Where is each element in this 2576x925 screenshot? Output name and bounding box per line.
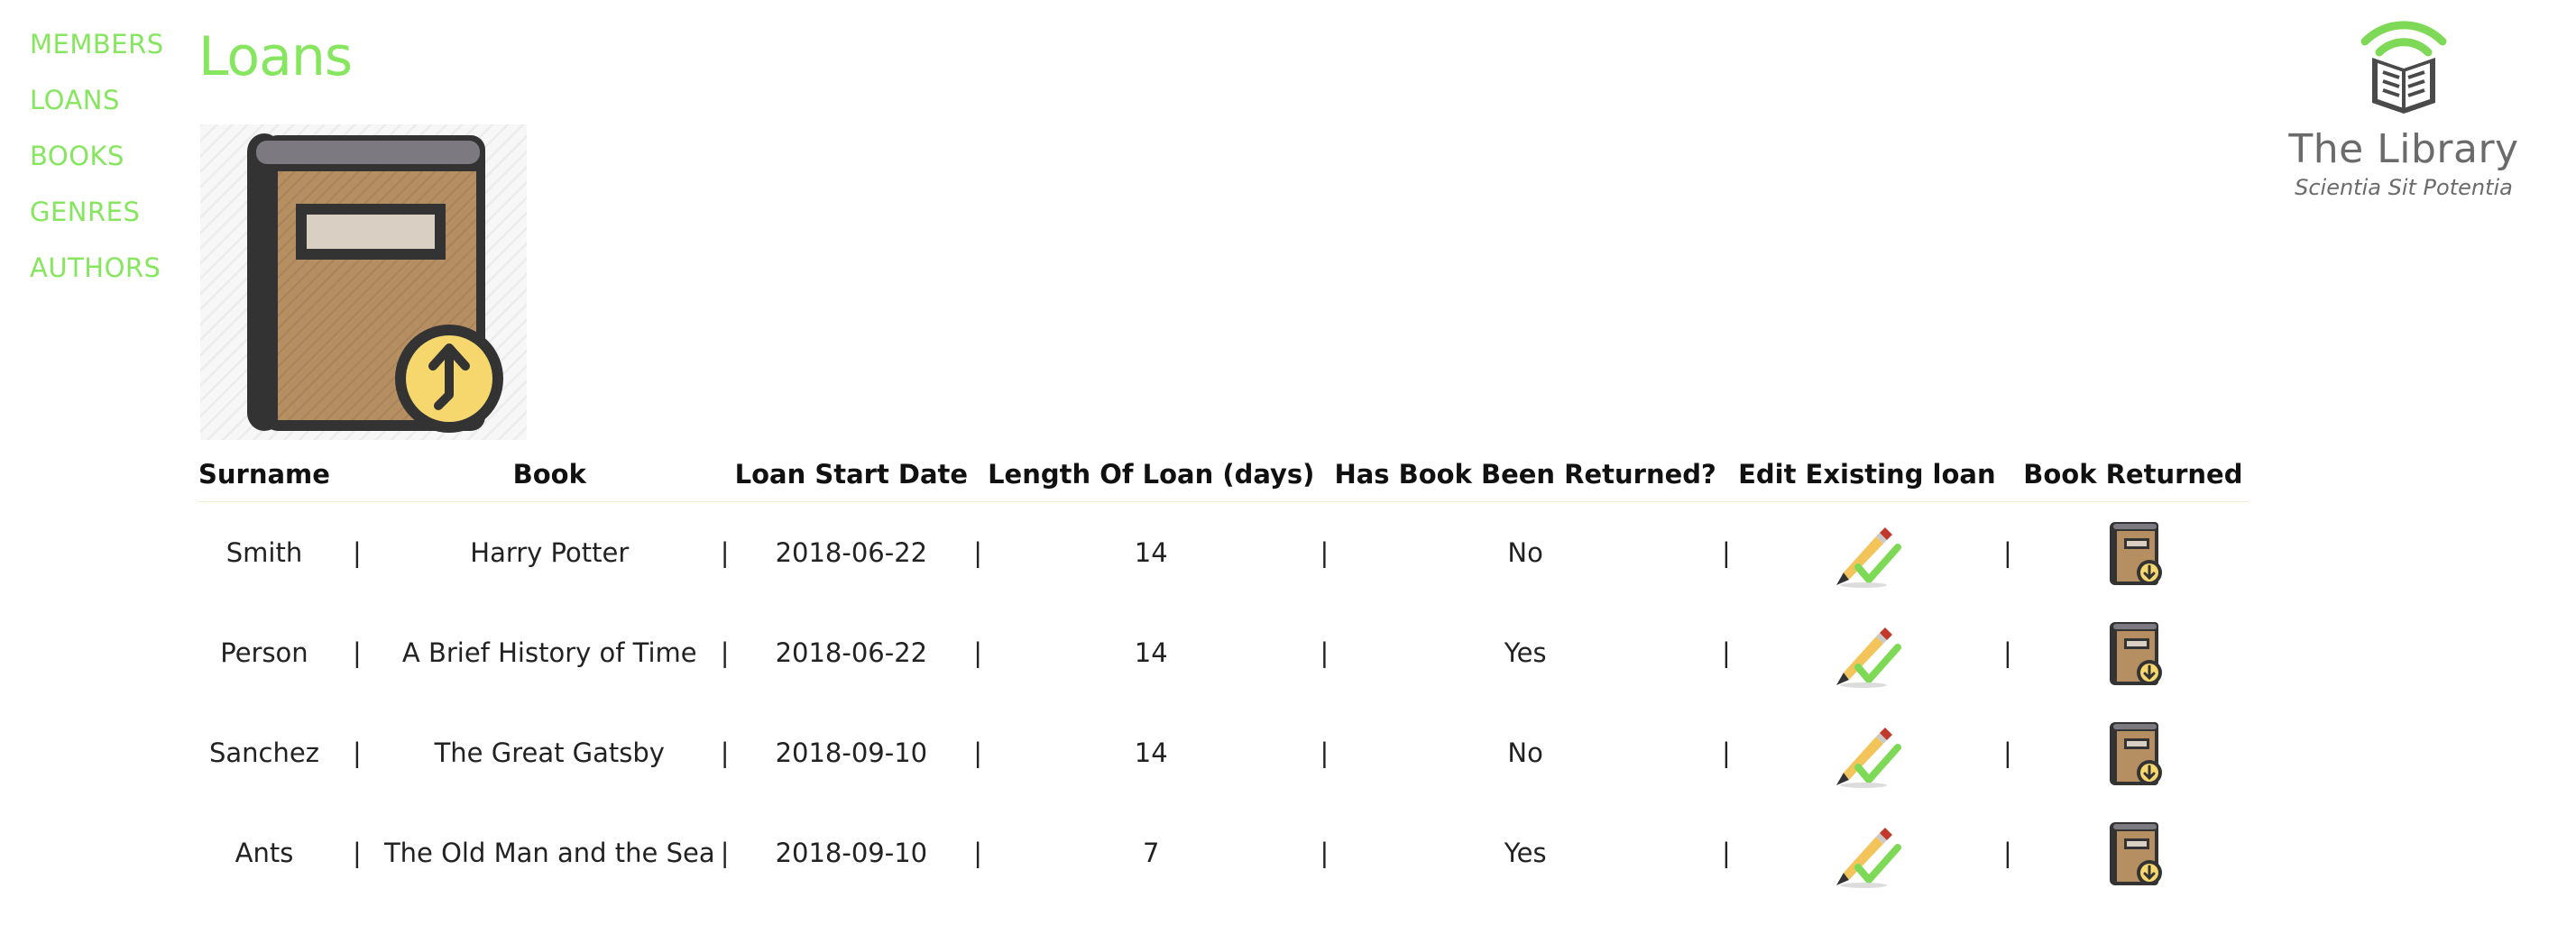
cell-separator: | — [973, 637, 982, 668]
sidebar-item-loans[interactable]: LOANS — [30, 83, 192, 139]
logo-subtitle: Scientia Sit Potentia — [2295, 175, 2513, 200]
book-return-icon[interactable] — [2097, 517, 2169, 589]
cell-separator: | — [2002, 737, 2012, 768]
table-row: Ants | The Old Man and the Sea | 2018-09… — [198, 802, 2249, 902]
header-separator — [1997, 447, 2018, 502]
cell-loan-start-date: 2018-09-10 — [775, 837, 928, 868]
cell-book: The Old Man and the Sea — [383, 837, 715, 868]
sidebar-item-genres[interactable]: GENRES — [30, 195, 192, 251]
cell-length-of-loan: 14 — [1134, 737, 1168, 768]
table-row: Smith | Harry Potter | 2018-06-22 | 14 |… — [198, 502, 2249, 603]
cell-separator: | — [1320, 637, 1329, 668]
header-has-been-returned: Has Book Been Returned? — [1334, 447, 1716, 502]
header-separator — [1716, 447, 1736, 502]
header-separator — [714, 447, 735, 502]
page-title: Loans — [198, 25, 353, 88]
cell-separator: | — [973, 536, 982, 568]
book-return-icon[interactable] — [2097, 717, 2169, 789]
cell-loan-start-date: 2018-06-22 — [775, 536, 928, 568]
cell-length-of-loan: 14 — [1134, 536, 1168, 568]
sidebar-item-books[interactable]: BOOKS — [30, 139, 192, 195]
cell-separator: | — [2002, 837, 2012, 868]
page: MEMBERS LOANS BOOKS GENRES AUTHORS Loans — [0, 0, 2576, 925]
cell-book-returned — [2018, 802, 2249, 902]
cell-book-returned — [2018, 502, 2249, 603]
cell-loan-start-date: 2018-06-22 — [775, 637, 928, 668]
cell-book-returned — [2018, 702, 2249, 802]
header-length-of-loan: Length Of Loan (days) — [988, 447, 1315, 502]
cell-edit-existing-loan — [1736, 702, 1998, 802]
cell-has-been-returned: Yes — [1504, 637, 1547, 668]
cell-surname: Person — [220, 637, 308, 668]
pencil-check-icon[interactable] — [1831, 817, 1903, 889]
cell-separator: | — [1721, 837, 1731, 868]
header-separator — [329, 447, 384, 502]
cell-separator: | — [1320, 536, 1329, 568]
cell-separator: | — [1721, 536, 1731, 568]
table-row: Sanchez | The Great Gatsby | 2018-09-10 … — [198, 702, 2249, 802]
cell-edit-existing-loan — [1736, 602, 1998, 702]
cell-separator: | — [1320, 737, 1329, 768]
cell-length-of-loan: 14 — [1134, 637, 1168, 668]
cell-separator: | — [353, 837, 362, 868]
loans-table: Surname Book Loan Start Date Length Of L… — [198, 447, 2249, 902]
cell-separator: | — [2002, 637, 2012, 668]
wifi-book-logo-icon — [2354, 13, 2453, 116]
cell-separator: | — [1320, 837, 1329, 868]
cell-has-been-returned: No — [1507, 737, 1543, 768]
library-logo[interactable]: The Library Scientia Sit Potentia — [2273, 13, 2518, 200]
cell-separator: | — [1721, 637, 1731, 668]
cell-surname: Smith — [225, 536, 303, 568]
cell-separator: | — [353, 637, 362, 668]
cell-separator: | — [720, 837, 730, 868]
sidebar-item-members[interactable]: MEMBERS — [30, 27, 192, 83]
cell-separator: | — [720, 536, 730, 568]
pencil-check-icon[interactable] — [1831, 617, 1903, 689]
book-return-icon[interactable] — [2097, 617, 2169, 689]
cell-separator: | — [720, 637, 730, 668]
cell-book: Harry Potter — [470, 536, 630, 568]
cell-separator: | — [973, 737, 982, 768]
cell-separator: | — [720, 737, 730, 768]
cell-separator: | — [1721, 737, 1731, 768]
logo-title: The Library — [2288, 126, 2519, 172]
table-row: Person | A Brief History of Time | 2018-… — [198, 602, 2249, 702]
cell-book: A Brief History of Time — [401, 637, 697, 668]
cell-has-been-returned: Yes — [1504, 837, 1547, 868]
sidebar-item-authors[interactable]: AUTHORS — [30, 251, 192, 307]
header-separator — [968, 447, 989, 502]
cell-has-been-returned: No — [1507, 536, 1543, 568]
pencil-check-icon[interactable] — [1831, 517, 1903, 589]
cell-length-of-loan: 7 — [1143, 837, 1160, 868]
header-book: Book — [383, 447, 715, 502]
cell-book: The Great Gatsby — [434, 737, 665, 768]
cell-surname: Sanchez — [208, 737, 319, 768]
header-edit-existing-loan: Edit Existing loan — [1735, 447, 1998, 502]
book-return-icon[interactable] — [2097, 817, 2169, 889]
cell-separator: | — [353, 737, 362, 768]
header-surname: Surname — [198, 447, 330, 502]
pencil-check-icon[interactable] — [1831, 717, 1903, 789]
cell-separator: | — [973, 837, 982, 868]
sidebar-nav: MEMBERS LOANS BOOKS GENRES AUTHORS — [30, 27, 192, 307]
table-header-row: Surname Book Loan Start Date Length Of L… — [198, 447, 2249, 502]
cell-separator: | — [2002, 536, 2012, 568]
header-book-returned: Book Returned — [2017, 447, 2249, 502]
cell-edit-existing-loan — [1736, 802, 1998, 902]
header-loan-start-date: Loan Start Date — [734, 447, 969, 502]
cell-edit-existing-loan — [1736, 502, 1998, 603]
header-separator — [1314, 447, 1335, 502]
cell-loan-start-date: 2018-09-10 — [775, 737, 928, 768]
book-loan-icon — [200, 124, 527, 440]
cell-separator: | — [353, 536, 362, 568]
cell-surname: Ants — [235, 837, 294, 868]
loan-rows: Smith | Harry Potter | 2018-06-22 | 14 |… — [198, 502, 2249, 903]
cell-book-returned — [2018, 602, 2249, 702]
